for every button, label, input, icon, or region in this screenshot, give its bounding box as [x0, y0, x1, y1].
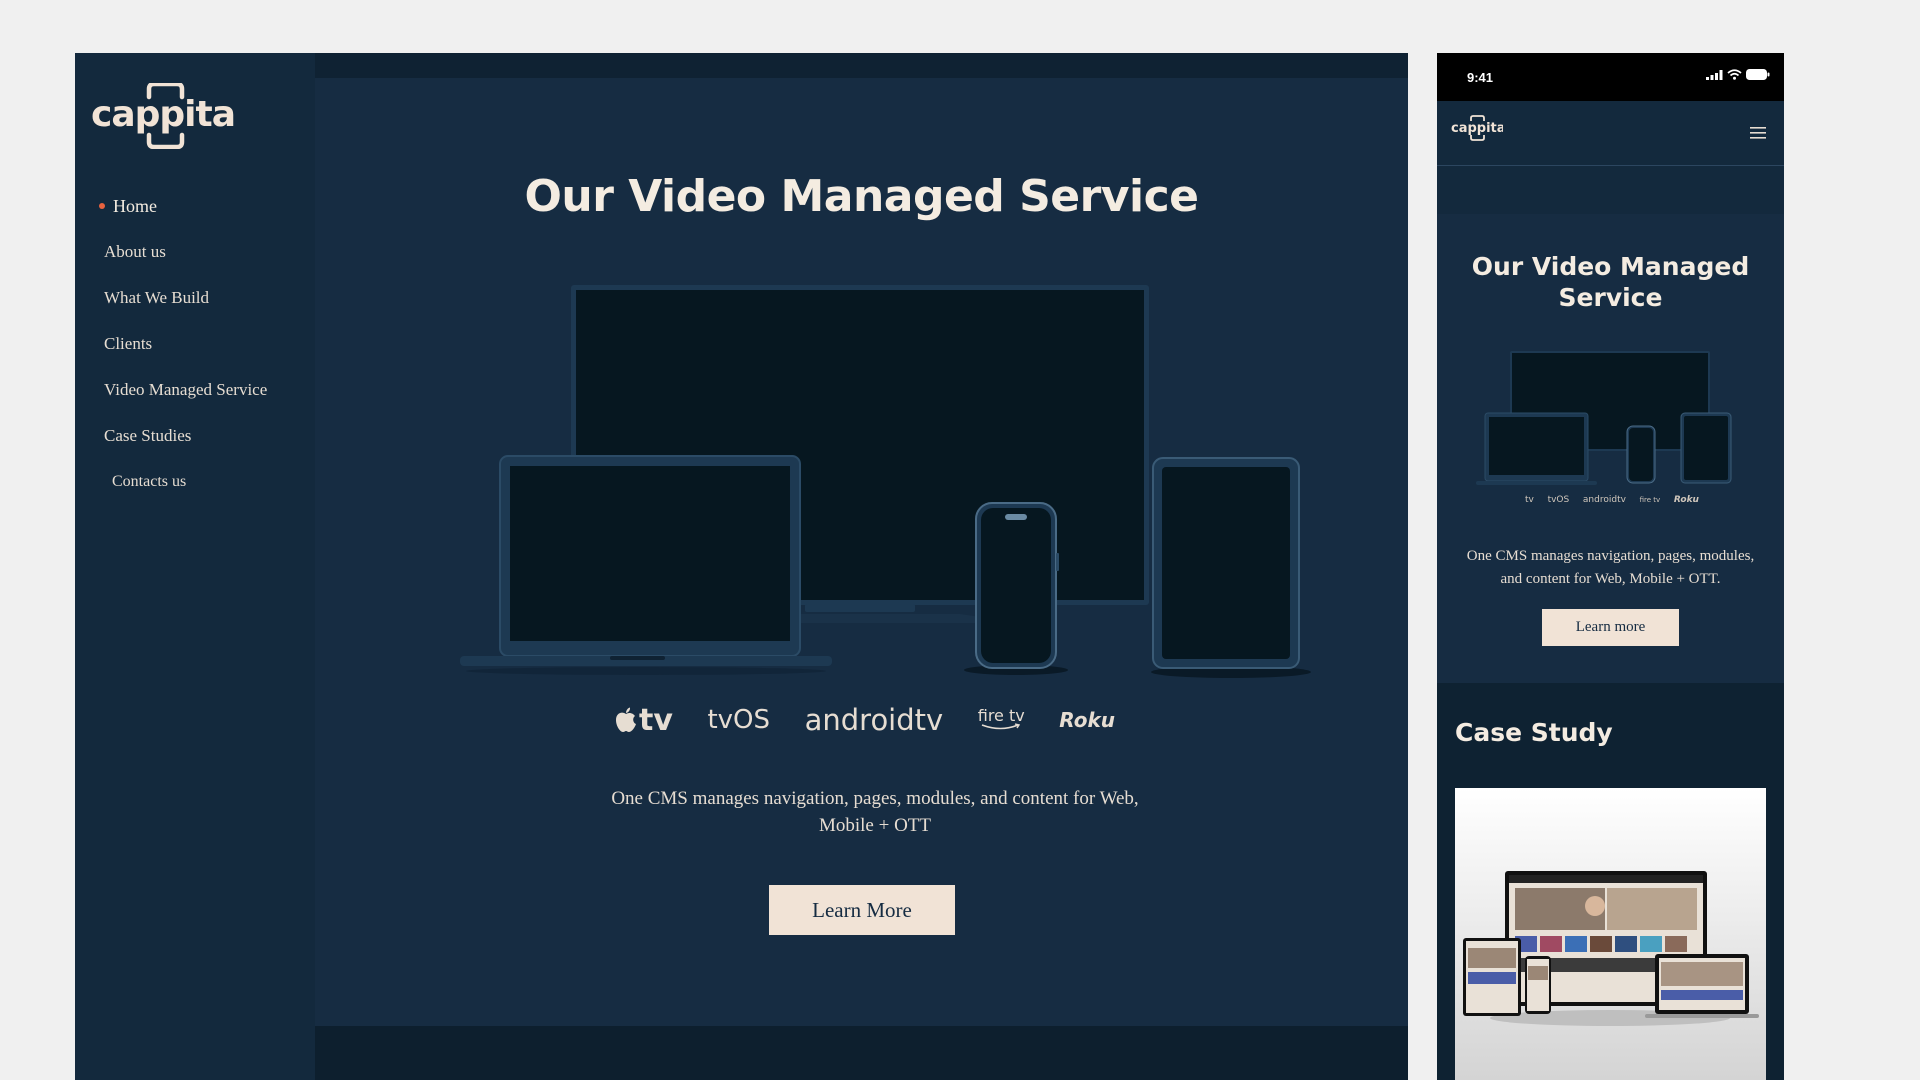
battery-icon [1746, 69, 1770, 80]
status-icons [1706, 69, 1770, 80]
nav-item-label: Home [113, 196, 157, 216]
hamburger-menu-button[interactable] [1750, 126, 1766, 144]
nav-item-video-managed-service[interactable]: Video Managed Service [75, 367, 315, 413]
mobile-preview: 9:41 cappital [1437, 53, 1784, 1080]
nav-item-label: Contacts us [112, 473, 187, 490]
nav-item-label: What We Build [104, 288, 210, 307]
androidtv-logo: androidtv [804, 703, 944, 737]
platform-label: tv [639, 702, 673, 738]
nav-item-label: About us [104, 242, 166, 261]
mobile-hero-description: One CMS manages navigation, pages, modul… [1466, 548, 1755, 587]
bottom-band [315, 1026, 1408, 1080]
svg-text:cappital: cappital [91, 94, 237, 135]
nav-item-label: Case Studies [104, 426, 192, 445]
wifi-icon [1727, 69, 1742, 80]
mobile-devices-illustration [1476, 351, 1732, 485]
mobile-hero-title: Our Video Managed Service [1471, 252, 1750, 312]
phone-device-icon [964, 502, 1068, 675]
sidebar: cappital Home About us What We Build Cli… [75, 53, 315, 1080]
top-band [315, 53, 1408, 78]
tvos-logo: tvOS [1547, 495, 1570, 505]
apple-tv-logo: tv [615, 703, 673, 738]
hamburger-icon [1750, 127, 1766, 139]
nav-item-case-studies[interactable]: Case Studies [75, 413, 315, 459]
nav-item-clients[interactable]: Clients [75, 321, 315, 367]
apple-icon [616, 707, 636, 732]
status-time: 9:41 [1467, 70, 1494, 85]
androidtv-logo: androidtv [1582, 495, 1626, 505]
nav-item-about-us[interactable]: About us [75, 229, 315, 275]
signal-icon [1706, 69, 1723, 80]
mobile-learn-more-button[interactable]: Learn more [1542, 609, 1679, 646]
platform-label: fire tv [977, 706, 1025, 725]
platform-logos: tv tvOS androidtv fire tv Roku [615, 698, 1115, 742]
laptop-device-icon [460, 455, 832, 675]
mobile-platform-logos: tv tvOS androidtv fire tv Roku [1525, 495, 1699, 505]
devices-illustration [460, 285, 1311, 678]
nav-item-label: Video Managed Service [104, 380, 268, 399]
firetv-logo: fire tv [1639, 496, 1661, 504]
tvos-logo: tvOS [707, 705, 771, 735]
cappital-logo-icon: cappital [91, 83, 237, 149]
active-indicator-dot [99, 203, 105, 209]
roku-logo: Roku [1059, 708, 1115, 732]
hero-description: One CMS manages navigation, pages, modul… [611, 788, 1139, 836]
cappital-logo-icon: cappital [1451, 115, 1510, 141]
nav-item-contacts-us[interactable]: Contacts us [75, 459, 315, 505]
mobile-brand-logo[interactable]: cappital [1451, 115, 1510, 146]
case-study-image[interactable] [1455, 788, 1766, 1080]
learn-more-button[interactable]: Learn More [769, 885, 955, 935]
case-study-title: Case Study [1455, 718, 1613, 747]
mobile-header: cappital [1437, 101, 1784, 166]
desktop-preview: cappital Home About us What We Build Cli… [75, 53, 1408, 1080]
firetv-logo: fire tv [977, 706, 1025, 731]
nav-item-label: Clients [104, 334, 153, 353]
svg-text:cappital: cappital [1451, 121, 1503, 136]
nav-item-home[interactable]: Home [75, 183, 315, 229]
case-study-devices-mockup [1463, 871, 1759, 1026]
brand-logo[interactable]: cappital [91, 83, 237, 149]
roku-logo: Roku [1673, 495, 1699, 505]
main-nav: Home About us What We Build Clients Vide… [75, 183, 315, 505]
mobile-band [1437, 166, 1784, 214]
tablet-device-icon [1151, 457, 1311, 678]
nav-item-what-we-build[interactable]: What We Build [75, 275, 315, 321]
apple-tv-logo: tv [1525, 495, 1534, 505]
status-bar: 9:41 [1437, 53, 1784, 101]
hero-title: Our Video Managed Service [524, 171, 1199, 222]
